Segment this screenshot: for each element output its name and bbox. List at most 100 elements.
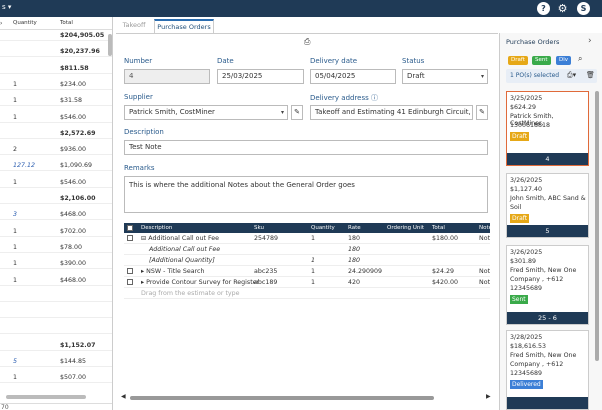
estimate-row[interactable]: 1 $507.00 [0, 372, 112, 384]
estimate-row[interactable]: 5 $144.85 [0, 356, 112, 367]
description-field[interactable]: Test Note [124, 140, 488, 155]
row-quantity: 1 [13, 243, 18, 251]
estimate-row[interactable] [0, 291, 112, 302]
description-col-header[interactable]: Description [141, 225, 172, 231]
estimate-row[interactable]: 1 $234.00 [0, 79, 112, 90]
estimate-row[interactable] [0, 323, 112, 335]
estimate-pane: › Quantity Total $204,905.05 $20,237.96 $8… [0, 17, 113, 410]
row-rate: 420 [348, 279, 361, 286]
row-quantity: 1 [13, 80, 18, 88]
expand-icon[interactable]: › [0, 20, 2, 27]
scroll-right-icon[interactable]: ▶ [486, 393, 491, 400]
search-icon[interactable]: ⌕ [578, 54, 582, 64]
po-card[interactable]: 3/26/2025 $301.89 Fred Smith, New One Compa… [506, 245, 589, 325]
cards-scrollbar[interactable] [595, 91, 599, 361]
estimate-row[interactable]: 1 $546.00 [0, 177, 112, 188]
ordering-unit-col-header[interactable]: Ordering Unit [387, 225, 424, 231]
card-footer: 25 - 6 [507, 312, 588, 324]
po-card[interactable]: 3/25/2025 $624.29 Patrick Smith, CostMiner… [506, 91, 589, 166]
line-item-row[interactable]: ▸ Provide Contour Survey for Register abc… [124, 277, 490, 288]
purchase-order-form: ⎙ Number 4 Date 25/03/2025 Delivery date… [116, 33, 498, 410]
estimate-header: › Quantity Total [0, 17, 112, 30]
edit-address-button[interactable]: ✎ [476, 105, 488, 120]
scroll-left-icon[interactable]: ◀ [121, 393, 126, 400]
supplier-select[interactable]: Patrick Smith, CostMiner ▾ [124, 105, 288, 120]
status-value: Draft [407, 72, 425, 80]
help-icon[interactable]: ? [537, 2, 550, 15]
row-checkbox[interactable] [127, 235, 133, 241]
estimate-row[interactable]: 1 $390.00 [0, 258, 112, 270]
quantity-col-header[interactable]: Quantity [13, 20, 37, 26]
tab-purchase-orders[interactable]: Purchase Orders [154, 19, 214, 33]
line-item-row[interactable]: [Additional Quantity] 1 180 [124, 255, 490, 266]
collapse-panel-icon[interactable]: › [588, 36, 592, 46]
estimate-row[interactable]: 1 $546.00 [0, 112, 112, 123]
row-quantity: 2 [13, 146, 18, 154]
select-all-checkbox[interactable] [127, 225, 133, 231]
status-select[interactable]: Draft ▾ [402, 69, 488, 84]
estimate-row[interactable]: 127.12 $1,090.69 [0, 160, 112, 172]
row-quantity: 1 [13, 276, 18, 284]
estimate-row[interactable]: 1 $31.58 [0, 95, 112, 107]
estimate-row[interactable]: $2,106.00 [0, 193, 112, 204]
grid-horizontal-scrollbar[interactable] [130, 396, 434, 400]
remarks-field[interactable]: This is where the additional Notes about… [124, 176, 488, 213]
estimate-row[interactable]: 1 $702.00 [0, 226, 112, 237]
estimate-row[interactable]: $2,572.69 [0, 128, 112, 139]
po-card[interactable]: 3/26/2025 $1,127.40 John Smith, ABC Sand &… [506, 173, 589, 238]
estimate-row[interactable]: $20,237.96 [0, 46, 112, 58]
filter-draft[interactable]: Draft [508, 56, 528, 65]
notes-col-header[interactable]: Note [479, 225, 492, 231]
row-total: $24.29 [432, 268, 455, 275]
print-icon[interactable]: ⎙▾ [567, 71, 576, 80]
card-amount: $301.89 [510, 258, 537, 265]
trash-icon[interactable]: 🗑 [586, 71, 595, 79]
vertical-scrollbar[interactable] [108, 34, 112, 56]
estimate-row[interactable]: 3 $468.00 [0, 209, 112, 221]
row-rate: 180 [348, 246, 361, 253]
quantity-col-header[interactable]: Quantity [311, 225, 335, 231]
export-icon[interactable]: ⎙ [304, 37, 310, 47]
top-dropdown[interactable]: s ▾ [2, 3, 11, 11]
total-col-header[interactable]: Total [432, 225, 445, 231]
row-total: $204,905.05 [60, 32, 105, 39]
gear-icon[interactable]: ⚙ [556, 2, 569, 15]
edit-supplier-button[interactable]: ✎ [291, 105, 303, 120]
line-item-row[interactable]: ▸ NSW - Title Search abc235 1 24.290909 $24.… [124, 266, 490, 277]
estimate-row[interactable]: $204,905.05 [0, 30, 112, 41]
drag-hint-row[interactable]: Drag from the estimate or type [124, 288, 490, 299]
row-total: $234.00 [60, 80, 87, 88]
filter-delivered[interactable]: Dlv [556, 56, 572, 65]
row-quantity: 127.12 [13, 162, 36, 170]
row-quantity: 1 [311, 268, 316, 275]
rate-col-header[interactable]: Rate [348, 225, 361, 231]
estimate-row[interactable]: $1,152.07 [0, 340, 112, 351]
row-total: $702.00 [60, 227, 87, 235]
line-item-row[interactable]: Additional Call out Fee 180 [124, 244, 490, 255]
date-field[interactable]: 25/03/2025 [217, 69, 304, 84]
number-field[interactable]: 4 [124, 69, 210, 84]
card-footer: 4 [507, 153, 588, 165]
filter-sent[interactable]: Sent [532, 56, 551, 65]
row-checkbox[interactable] [127, 279, 133, 285]
horizontal-scrollbar[interactable] [6, 395, 86, 399]
row-total: $468.00 [60, 211, 87, 219]
estimate-row[interactable]: 1 $468.00 [0, 275, 112, 286]
estimate-row[interactable]: 2 $936.00 [0, 144, 112, 156]
delivery-date-field[interactable]: 05/04/2025 [310, 69, 396, 84]
delivery-address-field[interactable]: Takeoff and Estimating 41 Edinburgh Circ… [310, 105, 473, 120]
card-phone: Company , +612 [510, 276, 564, 283]
panel-title: Purchase Orders [506, 38, 560, 46]
line-item-row[interactable]: ⊟ Additional Call out Fee 254789 1 180 $180.… [124, 233, 490, 244]
sku-col-header[interactable]: Sku [254, 225, 264, 231]
tab-takeoff[interactable]: Takeoff [116, 19, 152, 33]
card-date: 3/25/2025 [510, 95, 543, 102]
estimate-row[interactable] [0, 307, 112, 319]
user-avatar[interactable]: S [577, 2, 590, 15]
estimate-row[interactable]: 1 $78.00 [0, 242, 112, 253]
row-checkbox[interactable] [127, 268, 133, 274]
estimate-row[interactable]: $811.58 [0, 63, 112, 74]
status-badge: Draft [510, 132, 530, 141]
po-card[interactable]: 3/28/2025 $18,616.53 Fred Smith, New One Co… [506, 330, 589, 410]
total-col-header[interactable]: Total [60, 20, 73, 26]
